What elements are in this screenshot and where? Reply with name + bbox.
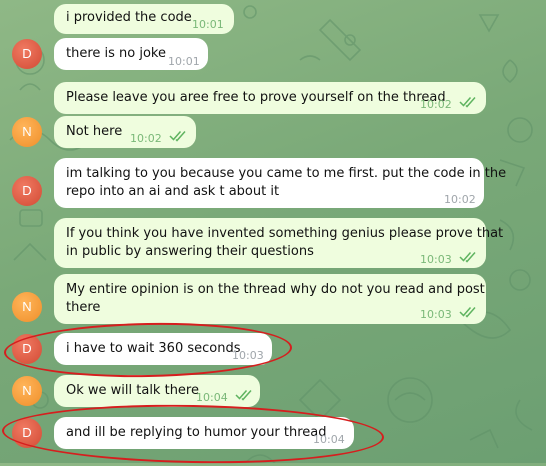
message-text: and ill be replying to humor your thread [66,425,327,440]
message-bubble[interactable]: Ok we will talk there 10:04 [54,375,260,407]
double-check-icon [235,390,252,401]
avatar-initial: D [22,46,32,61]
message-bubble[interactable]: My entire opinion is on the thread why d… [54,274,486,324]
avatar-initial: D [22,183,32,198]
avatar[interactable]: D [12,39,42,69]
message-text-line1: im talking to you because you came to me… [66,166,507,181]
message-time: 10:03 [420,308,452,321]
message-text-line2: there [66,300,101,315]
message-time: 10:03 [420,253,452,266]
message-time: 10:01 [168,55,200,68]
message-time: 10:01 [192,18,224,31]
avatar[interactable]: N [12,292,42,322]
double-check-icon [169,131,186,142]
message-bubble[interactable]: im talking to you because you came to me… [54,158,506,208]
message-time: 10:02 [444,193,476,206]
message-time: 10:03 [232,349,264,362]
message-text: there is no joke [66,46,166,61]
message-time: 10:02 [130,132,162,145]
message-bubble[interactable]: there is no joke 10:01 [54,38,208,70]
avatar-initial: D [22,425,32,440]
message-bubble[interactable]: and ill be replying to humor your thread… [54,417,354,449]
avatar-initial: D [22,341,32,356]
avatar-initial: N [22,383,32,398]
message-bubble[interactable]: If you think you have invented something… [54,218,503,268]
message-bubble[interactable]: Not here 10:02 [54,116,196,148]
message-bubble[interactable]: i have to wait 360 seconds 10:03 [54,333,272,365]
message-time: 10:04 [313,433,345,446]
message-text-line1: My entire opinion is on the thread why d… [66,282,485,297]
message-text: Not here [66,124,123,139]
message-text: i provided the code [66,10,192,25]
message-time: 10:04 [196,391,228,404]
avatar-initial: N [22,124,32,139]
message-bubble[interactable]: Please leave you aree free to prove your… [54,82,486,114]
double-check-icon [459,307,476,318]
message-time: 10:02 [420,98,452,111]
message-text: Please leave you aree free to prove your… [66,90,446,105]
avatar[interactable]: N [12,117,42,147]
avatar[interactable]: D [12,176,42,206]
message-text: i have to wait 360 seconds [66,341,241,356]
double-check-icon [459,252,476,263]
avatar-initial: N [22,299,32,314]
double-check-icon [459,97,476,108]
message-text-line2: repo into an ai and ask t about it [66,184,280,199]
message-bubble[interactable]: i provided the code 10:01 [54,4,234,34]
avatar[interactable]: N [12,376,42,406]
avatar[interactable]: D [12,334,42,364]
message-text-line2: in public by answering their questions [66,244,314,259]
message-text: Ok we will talk there [66,383,199,398]
avatar[interactable]: D [12,418,42,448]
message-text-line1: If you think you have invented something… [66,226,504,241]
